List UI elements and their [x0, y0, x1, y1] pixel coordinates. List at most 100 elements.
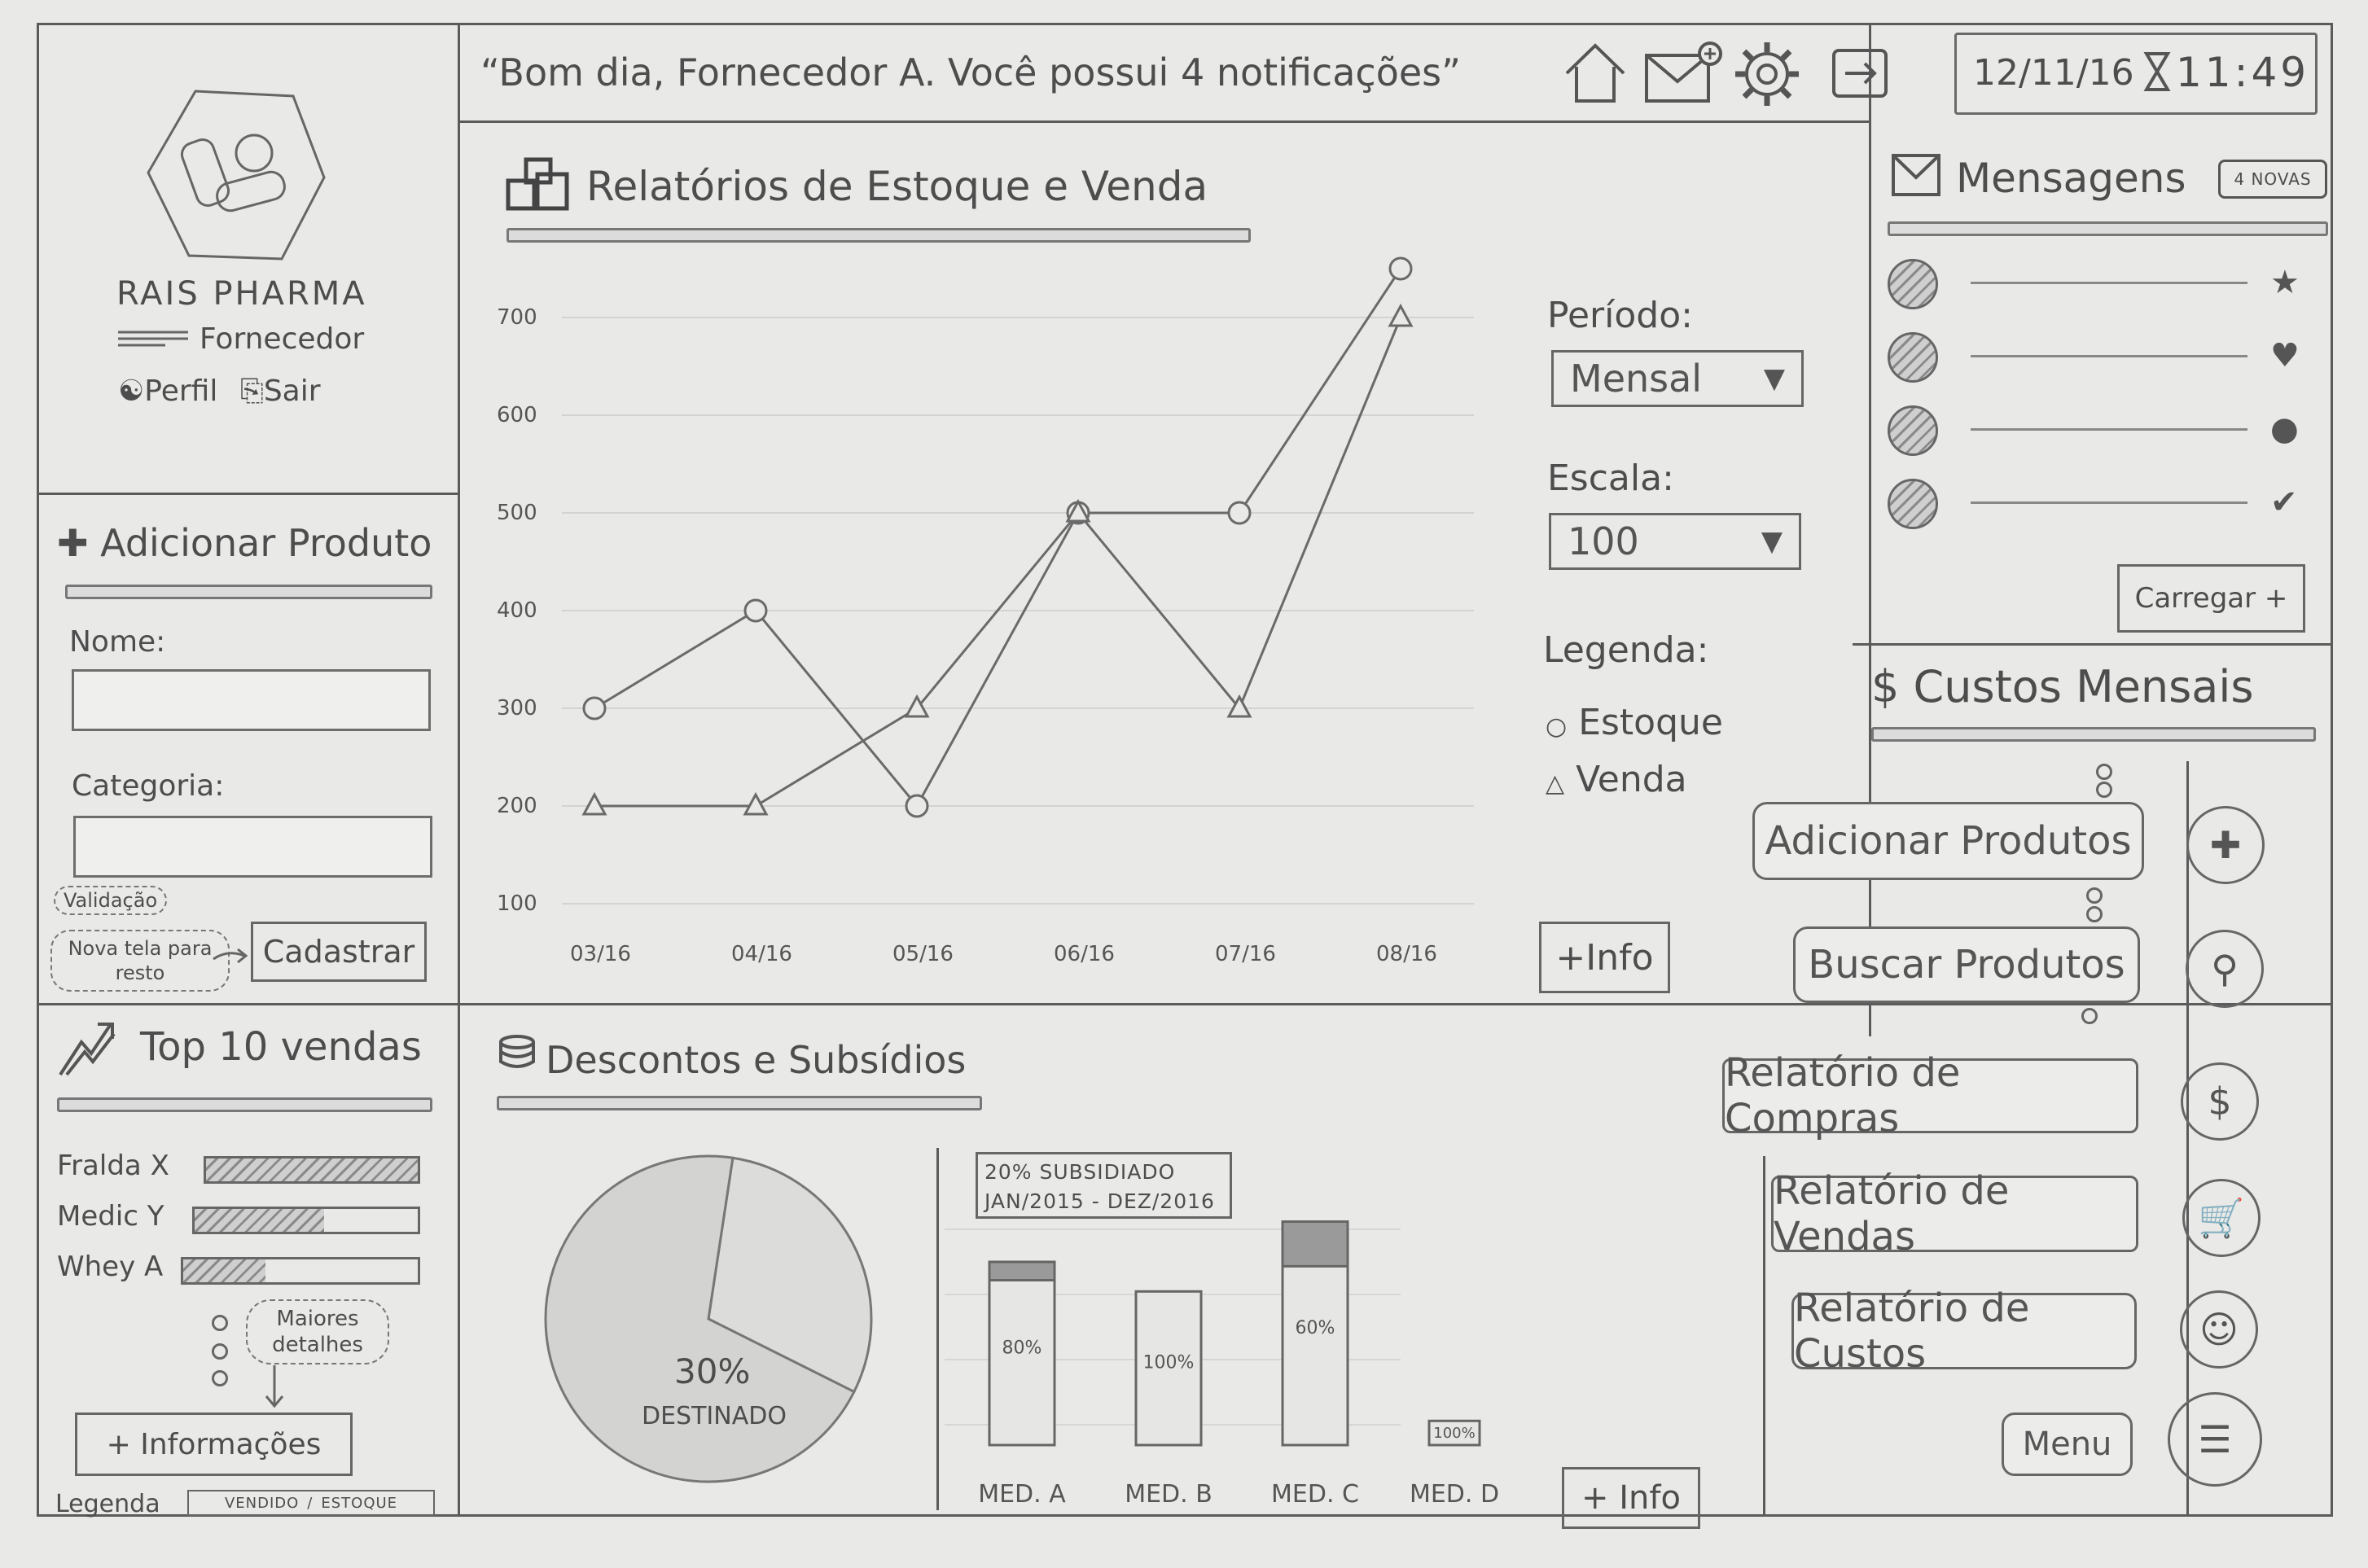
messages-title: Mensagens — [1956, 155, 2186, 202]
x-tick-label: 08/16 — [1376, 942, 1437, 966]
add-product-underline — [65, 585, 432, 599]
stock-point — [1227, 501, 1252, 525]
top-sales-item-bar — [181, 1257, 420, 1285]
purchases-report-button[interactable]: Relatório de Compras — [1722, 1050, 2138, 1141]
sales-report-button[interactable]: Relatório de Vendas — [1771, 1168, 2138, 1259]
bar-category-label: MED. C — [1271, 1480, 1359, 1509]
dot-icon[interactable]: ● — [2270, 410, 2299, 448]
header-divider — [458, 120, 1870, 123]
x-tick-label: 07/16 — [1215, 942, 1276, 966]
y-tick-label: 500 — [497, 501, 537, 525]
subsidy-pie-chart — [544, 1154, 873, 1483]
more-info-button[interactable]: + Informações — [75, 1413, 353, 1476]
cart-icon[interactable]: 🛒 — [2182, 1179, 2261, 1257]
discounts-bar-chart: 80% MED. A 100% MED. B 60% MED. C 100% MED. D — [945, 1220, 1499, 1509]
scale-select[interactable]: 100 ▼ — [1549, 513, 1801, 570]
message-avatar[interactable] — [1888, 405, 1938, 456]
star-icon[interactable]: ★ — [2270, 264, 2300, 301]
message-preview-line[interactable] — [1971, 355, 2247, 357]
role-icon — [116, 329, 190, 348]
message-preview-line[interactable] — [1971, 501, 2247, 504]
details-note: Maiores detalhes — [246, 1299, 389, 1364]
role-text: Fornecedor — [200, 322, 365, 356]
menu-icon[interactable]: ☰ — [2168, 1392, 2262, 1487]
x-tick-label: 03/16 — [570, 942, 631, 966]
dollar-icon: $ — [1871, 661, 1900, 712]
mail-icon — [1891, 153, 1941, 197]
period-value: Mensal — [1570, 357, 1703, 401]
profile-link[interactable]: ☯Perfil — [118, 374, 217, 408]
bar-category-label: MED. A — [978, 1480, 1066, 1509]
arrow-right-icon — [212, 944, 251, 969]
add-circle-icon[interactable]: ✚ — [2186, 806, 2265, 884]
money-bag-icon[interactable]: $ — [2181, 1062, 2259, 1141]
top-sales-item-fill — [195, 1209, 324, 1232]
message-preview-line[interactable] — [1971, 282, 2247, 284]
top-sales-item-bar — [204, 1156, 420, 1184]
exit-icon: ⎘ — [240, 374, 264, 408]
top-sales-item-label: Medic Y — [57, 1200, 164, 1233]
check-icon[interactable]: ✔ — [2270, 484, 2298, 521]
y-tick-label: 700 — [497, 305, 537, 330]
gear-icon[interactable] — [1730, 37, 1804, 111]
message-avatar[interactable] — [1888, 259, 1938, 309]
load-more-button[interactable]: Carregar + — [2117, 564, 2305, 633]
menu-button[interactable]: Menu — [2002, 1413, 2133, 1476]
costs-underline — [1871, 727, 2316, 742]
more-dot — [212, 1315, 228, 1331]
series-line-estoque — [594, 268, 1402, 808]
bar-label: 100% — [1433, 1425, 1475, 1442]
name-label: Nome: — [69, 625, 166, 659]
stock-point — [905, 794, 929, 818]
legend-sales-label: Venda — [1576, 759, 1687, 800]
name-input[interactable] — [72, 669, 431, 731]
boxes-icon — [505, 156, 572, 212]
period-select[interactable]: Mensal ▼ — [1551, 350, 1804, 407]
message-avatar[interactable] — [1888, 332, 1938, 383]
add-products-button[interactable]: Adicionar Produtos — [1752, 802, 2144, 880]
validation-note: Validação — [54, 886, 168, 915]
discounts-more-info-button[interactable]: + Info — [1562, 1467, 1700, 1529]
costs-report-button[interactable]: Relatório de Custos — [1791, 1285, 2137, 1377]
actions-divider — [1763, 1156, 1765, 1514]
legend-stock-label: Estoque — [1578, 702, 1723, 743]
chart-legend-label: Legenda: — [1543, 629, 1709, 671]
y-tick-label: 300 — [497, 696, 537, 720]
legend-label: Legenda — [55, 1490, 160, 1518]
new-messages-badge: 4 NOVAS — [2218, 160, 2327, 199]
messages-underline — [1888, 221, 2328, 236]
bar-chart-axis — [936, 1148, 939, 1510]
bar-category-label: MED. B — [1125, 1480, 1213, 1509]
reports-more-info-button[interactable]: +Info — [1539, 922, 1670, 993]
heart-icon[interactable]: ♥ — [2270, 337, 2300, 374]
chevron-down-icon: ▼ — [1761, 525, 1783, 558]
costs-title-label: Custos Mensais — [1913, 661, 2254, 712]
stock-point — [1388, 256, 1413, 281]
pie-destined-label: DESTINADO — [642, 1402, 787, 1430]
more-dot — [212, 1343, 228, 1360]
frame-top — [37, 23, 2333, 25]
person-icon[interactable]: ☺ — [2180, 1290, 2258, 1369]
register-button[interactable]: Cadastrar — [251, 922, 427, 982]
search-products-button[interactable]: Buscar Produtos — [1793, 926, 2140, 1003]
plus-icon: ✚ — [57, 521, 89, 565]
logout-link[interactable]: ⎘Sair — [240, 374, 321, 409]
home-icon[interactable] — [1562, 41, 1629, 106]
bar-label: 60% — [1296, 1318, 1335, 1338]
search-icon[interactable]: ⚲ — [2186, 930, 2264, 1008]
message-preview-line[interactable] — [1971, 428, 2247, 431]
y-tick-label: 100 — [497, 891, 537, 916]
message-avatar[interactable] — [1888, 479, 1938, 529]
scroll-dot — [2096, 782, 2112, 798]
top-sales-item-label: Whey A — [57, 1250, 164, 1283]
category-input[interactable] — [73, 816, 432, 878]
logout-icon[interactable] — [1831, 47, 1891, 101]
stock-point — [743, 598, 768, 623]
sales-point — [743, 791, 769, 816]
clock-icon — [2143, 50, 2171, 93]
category-label: Categoria: — [72, 769, 225, 803]
y-tick-label: 600 — [497, 403, 537, 427]
frame-left — [37, 23, 39, 1517]
mail-notification-icon[interactable] — [1643, 41, 1725, 106]
x-tick-label: 06/16 — [1054, 942, 1115, 966]
